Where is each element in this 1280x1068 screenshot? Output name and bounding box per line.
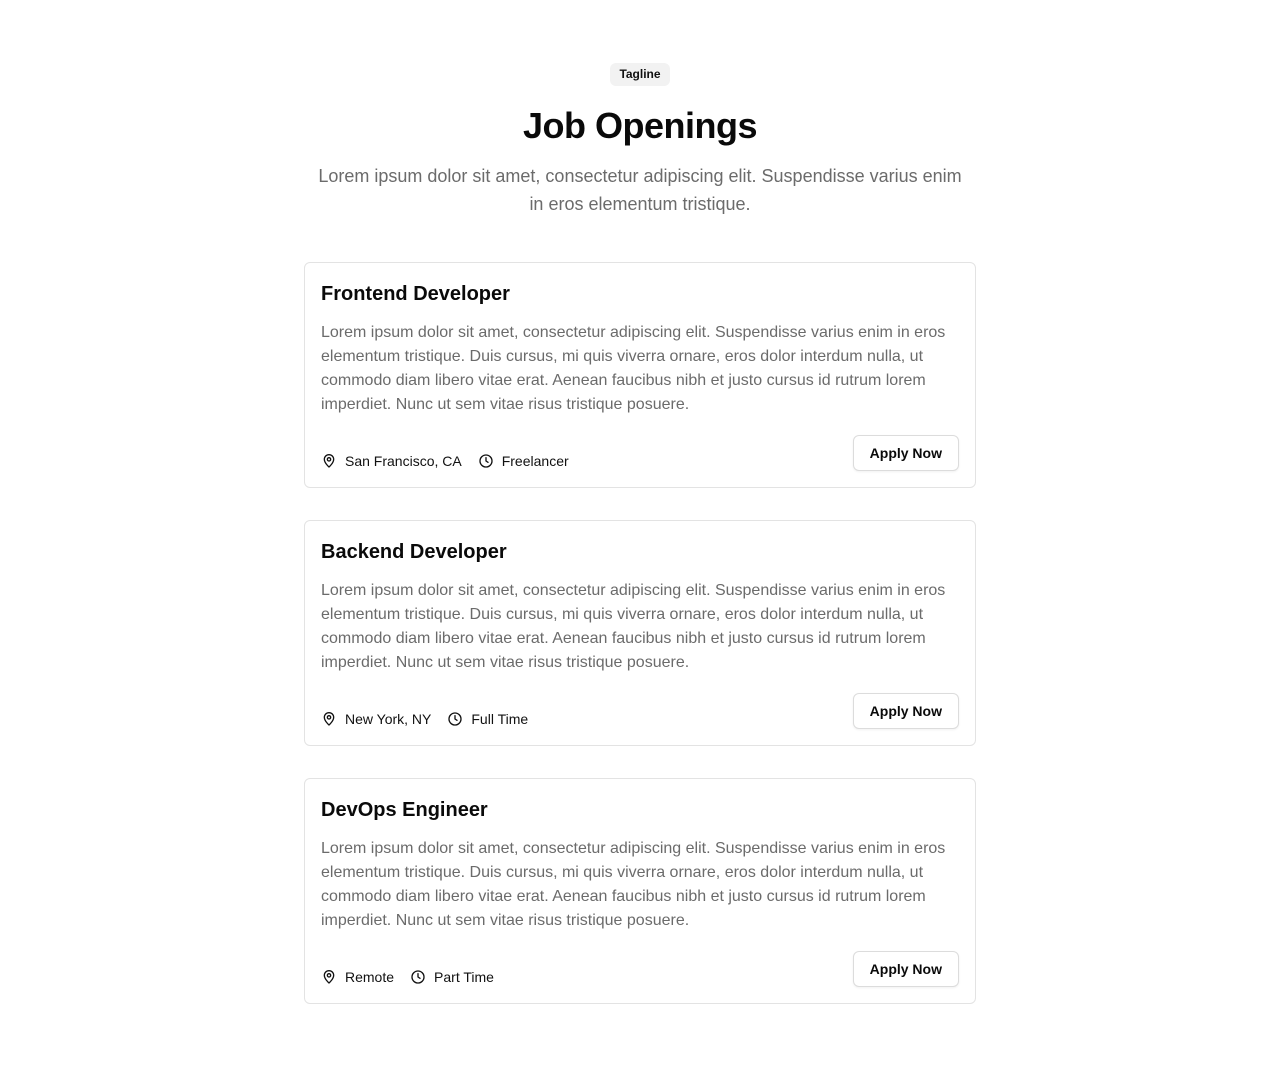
job-type: Part Time — [410, 969, 494, 985]
clock-icon — [411, 970, 425, 984]
job-title: DevOps Engineer — [321, 799, 488, 821]
map-pin-icon — [323, 712, 335, 726]
job-type: Full Time — [447, 711, 528, 727]
job-type-label: Freelancer — [501, 453, 569, 469]
job-meta: New York, NY Full Time — [321, 711, 544, 727]
apply-now-button[interactable]: Apply Now — [852, 693, 959, 729]
job-description: Lorem ipsum dolor sit amet, consectetur … — [321, 582, 946, 671]
job-card-devops-engineer: DevOps Engineer Lorem ipsum dolor sit am… — [304, 778, 976, 1004]
page-title: Job Openings — [522, 105, 758, 146]
job-meta: San Francisco, CA Freelancer — [321, 453, 585, 469]
clock-icon — [448, 712, 463, 726]
apply-now-button[interactable]: Apply Now — [852, 435, 959, 471]
job-description: Lorem ipsum dolor sit amet, consectetur … — [321, 840, 946, 929]
job-meta: Remote Part Time — [321, 969, 510, 985]
job-list: Frontend Developer Lorem ipsum dolor sit… — [304, 262, 976, 1036]
job-location-label: Remote — [345, 969, 395, 985]
job-title: Frontend Developer — [321, 283, 510, 305]
job-type-label: Part Time — [434, 969, 494, 985]
job-location-label: San Francisco, CA — [345, 453, 462, 469]
job-location: San Francisco, CA — [321, 453, 462, 469]
section-header: Tagline Job Openings Lorem ipsum dolor s… — [0, 63, 1280, 218]
job-location: New York, NY — [321, 711, 431, 727]
tagline-badge: Tagline — [610, 63, 670, 86]
job-location: Remote — [321, 969, 394, 985]
job-location-label: New York, NY — [345, 711, 432, 727]
job-card-backend-developer: Backend Developer Lorem ipsum dolor sit … — [304, 520, 976, 746]
job-openings-page: Tagline Job Openings Lorem ipsum dolor s… — [0, 0, 1280, 1068]
job-type-label: Full Time — [471, 711, 529, 727]
job-card-frontend-developer: Frontend Developer Lorem ipsum dolor sit… — [304, 262, 976, 488]
apply-now-button[interactable]: Apply Now — [852, 951, 959, 987]
job-title: Backend Developer — [321, 541, 507, 563]
clock-icon — [479, 454, 493, 468]
map-pin-icon — [323, 970, 335, 984]
page-subtitle: Lorem ipsum dolor sit amet, consectetur … — [318, 166, 962, 214]
job-type: Freelancer — [478, 453, 569, 469]
map-pin-icon — [323, 454, 335, 468]
job-description: Lorem ipsum dolor sit amet, consectetur … — [321, 324, 946, 413]
